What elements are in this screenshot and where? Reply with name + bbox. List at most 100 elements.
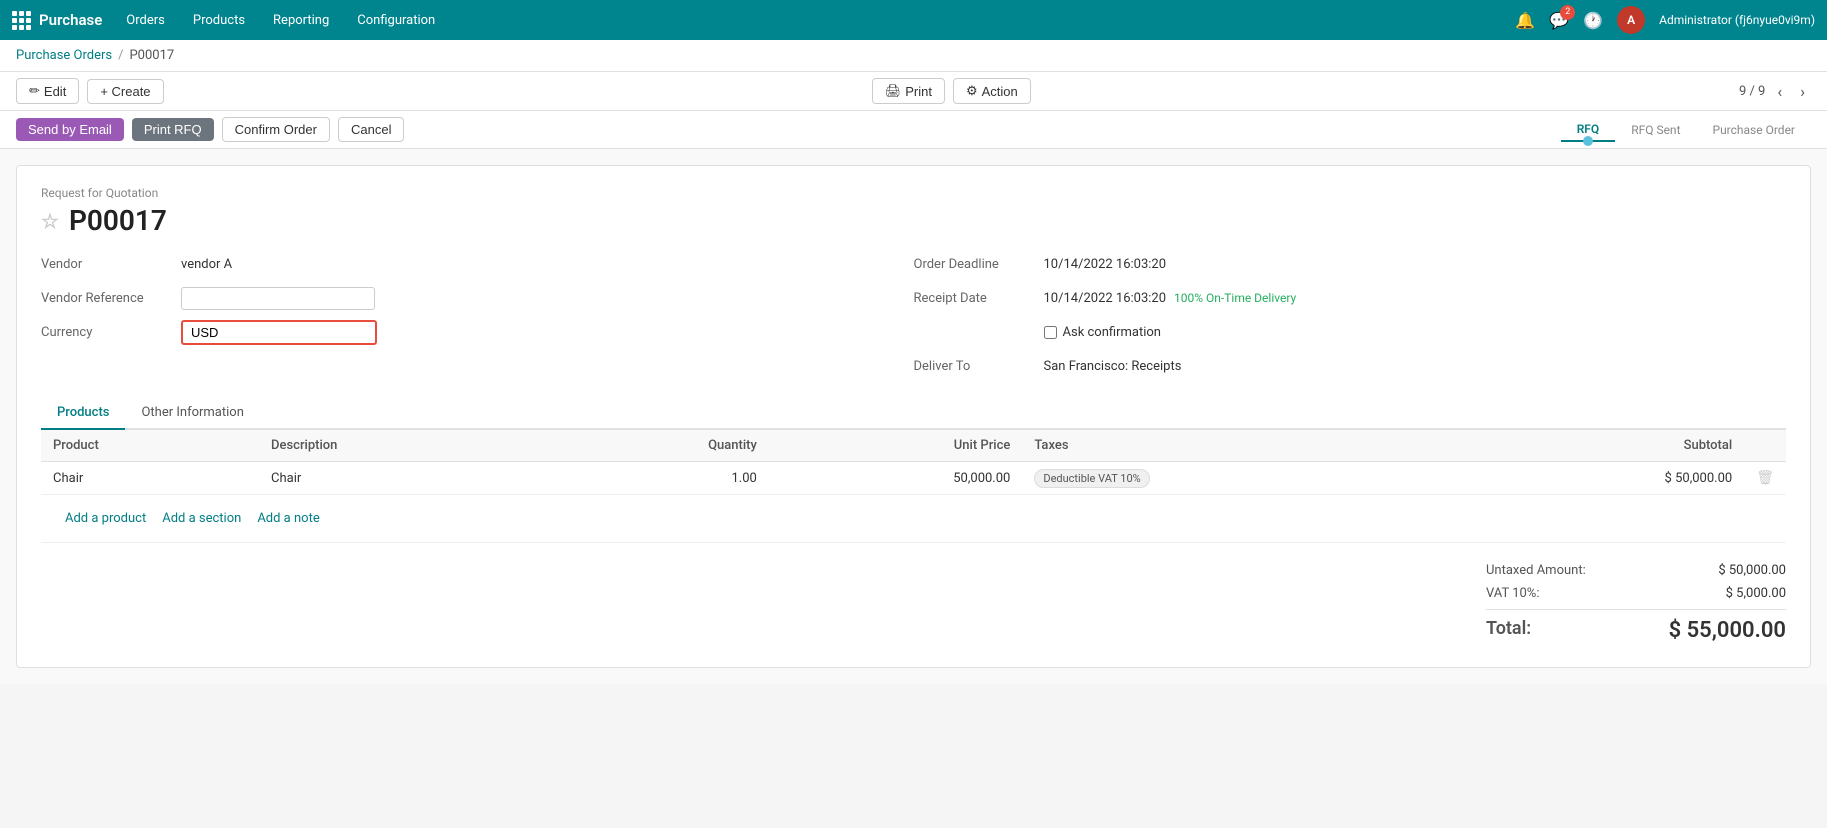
nav-configuration[interactable]: Configuration <box>343 0 449 40</box>
action-bar: ✏ Edit + Create 🖨 Print ⚙ Action 9 / 9 ‹… <box>0 72 1827 111</box>
ask-confirmation-label: Ask confirmation <box>1063 325 1162 340</box>
main-content: Request for Quotation ☆ P00017 Vendor ve… <box>0 149 1827 684</box>
receipt-date-value[interactable]: 10/14/2022 16:03:20 <box>1044 291 1167 306</box>
cell-taxes: Deductible VAT 10% <box>1022 462 1457 495</box>
progress-steps: RFQ RFQ Sent Purchase Order <box>1561 118 1811 142</box>
step-rfq[interactable]: RFQ <box>1561 118 1616 142</box>
tab-products[interactable]: Products <box>41 397 125 430</box>
currency-row: Currency <box>41 317 914 347</box>
next-page-button[interactable]: › <box>1794 80 1811 103</box>
tab-other-info[interactable]: Other Information <box>125 397 259 430</box>
vendor-ref-label: Vendor Reference <box>41 291 181 306</box>
navbar-nav: Orders Products Reporting Configuration <box>112 0 1515 40</box>
clock-icon[interactable]: 🕐 <box>1583 11 1603 30</box>
untaxed-label: Untaxed Amount: <box>1486 563 1586 578</box>
cell-quantity[interactable]: 1.00 <box>541 462 768 495</box>
chat-icon[interactable]: 💬 2 <box>1549 11 1569 30</box>
app-brand[interactable]: Purchase <box>12 11 102 30</box>
tax-badge[interactable]: Deductible VAT 10% <box>1034 469 1149 488</box>
on-time-badge: 100% On-Time Delivery <box>1174 291 1296 305</box>
record-id: P00017 <box>69 204 167 237</box>
col-taxes: Taxes <box>1022 430 1457 462</box>
order-deadline-value[interactable]: 10/14/2022 16:03:20 <box>1044 257 1167 272</box>
add-section-link[interactable]: Add a section <box>162 511 241 526</box>
receipt-date-label: Receipt Date <box>914 291 1044 306</box>
favorite-icon[interactable]: ☆ <box>41 209 59 233</box>
step-purchase-order[interactable]: Purchase Order <box>1697 119 1812 141</box>
cell-unit-price[interactable]: 50,000.00 <box>769 462 1023 495</box>
confirm-order-button[interactable]: Confirm Order <box>222 117 330 142</box>
deliver-to-value[interactable]: San Francisco: Receipts <box>1044 359 1182 374</box>
left-fields: Vendor vendor A Vendor Reference Currenc… <box>41 249 914 381</box>
add-row-row: Add a product Add a section Add a note <box>41 495 1786 543</box>
step-rfq-sent[interactable]: RFQ Sent <box>1615 119 1696 141</box>
order-deadline-label: Order Deadline <box>914 257 1044 272</box>
print-icon: 🖨 <box>885 83 902 99</box>
nav-reporting[interactable]: Reporting <box>259 0 343 40</box>
ask-confirmation-row: Ask confirmation <box>914 317 1787 347</box>
record-label: Request for Quotation <box>41 186 1786 200</box>
cancel-button[interactable]: Cancel <box>338 117 404 142</box>
vat-row: VAT 10%: $ 5,000.00 <box>1486 582 1786 605</box>
record-id-row: ☆ P00017 <box>41 204 1786 237</box>
total-value: $ 55,000.00 <box>1669 618 1786 643</box>
nav-orders[interactable]: Orders <box>112 0 179 40</box>
app-name: Purchase <box>39 11 102 29</box>
print-rfq-button[interactable]: Print RFQ <box>132 118 214 141</box>
action-button[interactable]: ⚙ Action <box>953 78 1031 104</box>
nav-products[interactable]: Products <box>179 0 259 40</box>
untaxed-value: $ 50,000.00 <box>1686 563 1786 578</box>
col-quantity: Quantity <box>541 430 768 462</box>
vendor-ref-input[interactable] <box>181 287 375 310</box>
cell-description[interactable]: Chair <box>259 462 541 495</box>
navbar: Purchase Orders Products Reporting Confi… <box>0 0 1827 40</box>
avatar[interactable]: A <box>1617 6 1645 34</box>
currency-label: Currency <box>41 325 181 340</box>
form-fields: Vendor vendor A Vendor Reference Currenc… <box>41 249 1786 381</box>
right-fields: Order Deadline 10/14/2022 16:03:20 Recei… <box>914 249 1787 381</box>
vat-value: $ 5,000.00 <box>1686 586 1786 601</box>
cell-subtotal: $ 50,000.00 <box>1458 462 1744 495</box>
vendor-ref-row: Vendor Reference <box>41 283 914 313</box>
vendor-value[interactable]: vendor A <box>181 257 232 272</box>
add-product-link[interactable]: Add a product <box>65 511 146 526</box>
untaxed-row: Untaxed Amount: $ 50,000.00 <box>1486 559 1786 582</box>
table-header: Product Description Quantity Unit Price … <box>41 430 1786 462</box>
table-row: Chair Chair 1.00 50,000.00 Deductible VA… <box>41 462 1786 495</box>
print-button[interactable]: 🖨 Print <box>872 78 945 104</box>
cell-delete[interactable]: 🗑 <box>1744 462 1786 495</box>
edit-button[interactable]: ✏ Edit <box>16 78 79 104</box>
receipt-date-row: Receipt Date 10/14/2022 16:03:20 100% On… <box>914 283 1787 313</box>
col-unit-price: Unit Price <box>769 430 1023 462</box>
total-label: Total: <box>1486 618 1531 643</box>
send-email-button[interactable]: Send by Email <box>16 118 124 141</box>
ask-confirmation-field: Ask confirmation <box>1044 325 1162 340</box>
status-bar: Send by Email Print RFQ Confirm Order Ca… <box>0 111 1827 149</box>
vendor-label: Vendor <box>41 257 181 272</box>
breadcrumb-current: P00017 <box>129 48 174 63</box>
breadcrumb-parent[interactable]: Purchase Orders <box>16 48 112 63</box>
edit-icon: ✏ <box>29 83 40 99</box>
cell-product[interactable]: Chair <box>41 462 259 495</box>
order-deadline-row: Order Deadline 10/14/2022 16:03:20 <box>914 249 1787 279</box>
form-card: Request for Quotation ☆ P00017 Vendor ve… <box>16 165 1811 668</box>
breadcrumb-separator: / <box>118 48 123 63</box>
add-note-link[interactable]: Add a note <box>257 511 319 526</box>
notification-icon[interactable]: 🔔 <box>1515 11 1535 30</box>
col-product: Product <box>41 430 259 462</box>
delete-row-icon[interactable]: 🗑 <box>1756 470 1774 486</box>
deliver-to-label: Deliver To <box>914 359 1044 374</box>
create-button[interactable]: + Create <box>87 79 163 104</box>
tabs: Products Other Information <box>41 397 1786 430</box>
breadcrumb: Purchase Orders / P00017 <box>0 40 1827 72</box>
grid-icon <box>12 11 31 30</box>
gear-icon: ⚙ <box>966 83 978 99</box>
currency-input[interactable] <box>181 320 377 345</box>
navbar-right: 🔔 💬 2 🕐 A Administrator (fj6nyue0vi9m) <box>1515 6 1815 34</box>
vendor-row: Vendor vendor A <box>41 249 914 279</box>
deliver-to-row: Deliver To San Francisco: Receipts <box>914 351 1787 381</box>
user-name: Administrator (fj6nyue0vi9m) <box>1659 13 1815 27</box>
add-row-actions: Add a product Add a section Add a note <box>53 503 1774 534</box>
prev-page-button[interactable]: ‹ <box>1771 80 1788 103</box>
ask-confirmation-checkbox[interactable] <box>1044 326 1057 339</box>
